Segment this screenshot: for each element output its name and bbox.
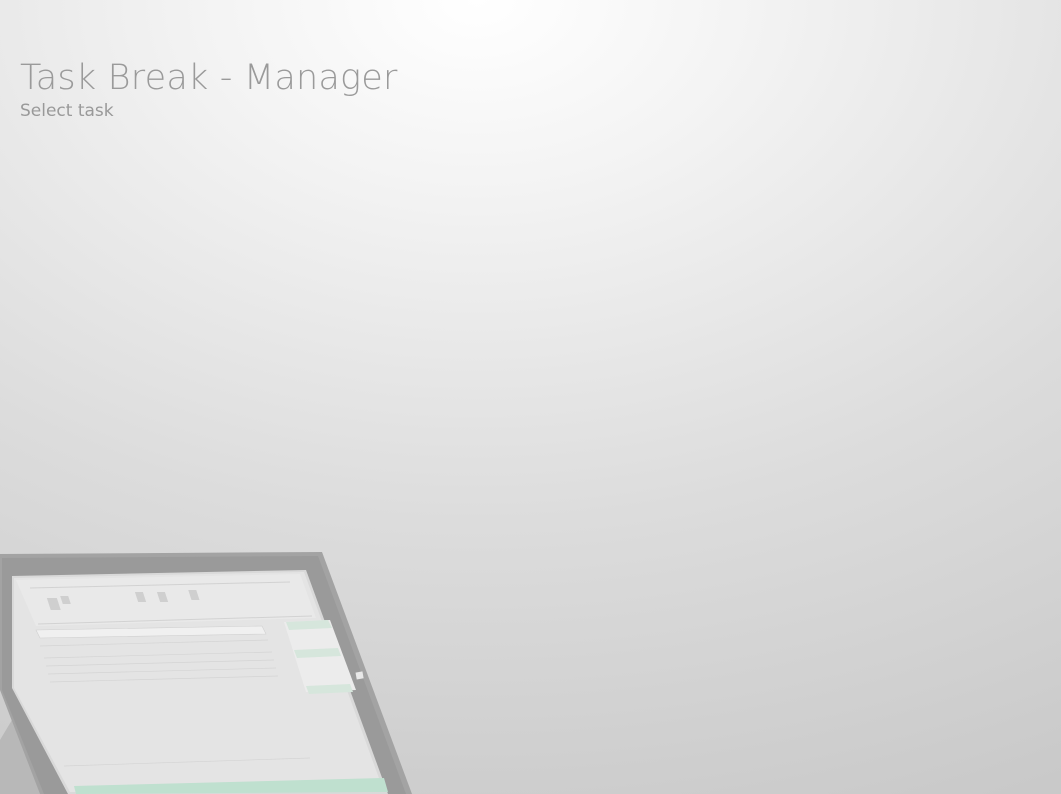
tablet-illustration <box>0 540 420 794</box>
page-header: Task Break - Manager Select task <box>20 56 398 122</box>
tablet-device-icon <box>0 552 412 794</box>
page-subtitle: Select task <box>20 101 114 121</box>
page-title: Task Break - Manager <box>20 58 398 98</box>
